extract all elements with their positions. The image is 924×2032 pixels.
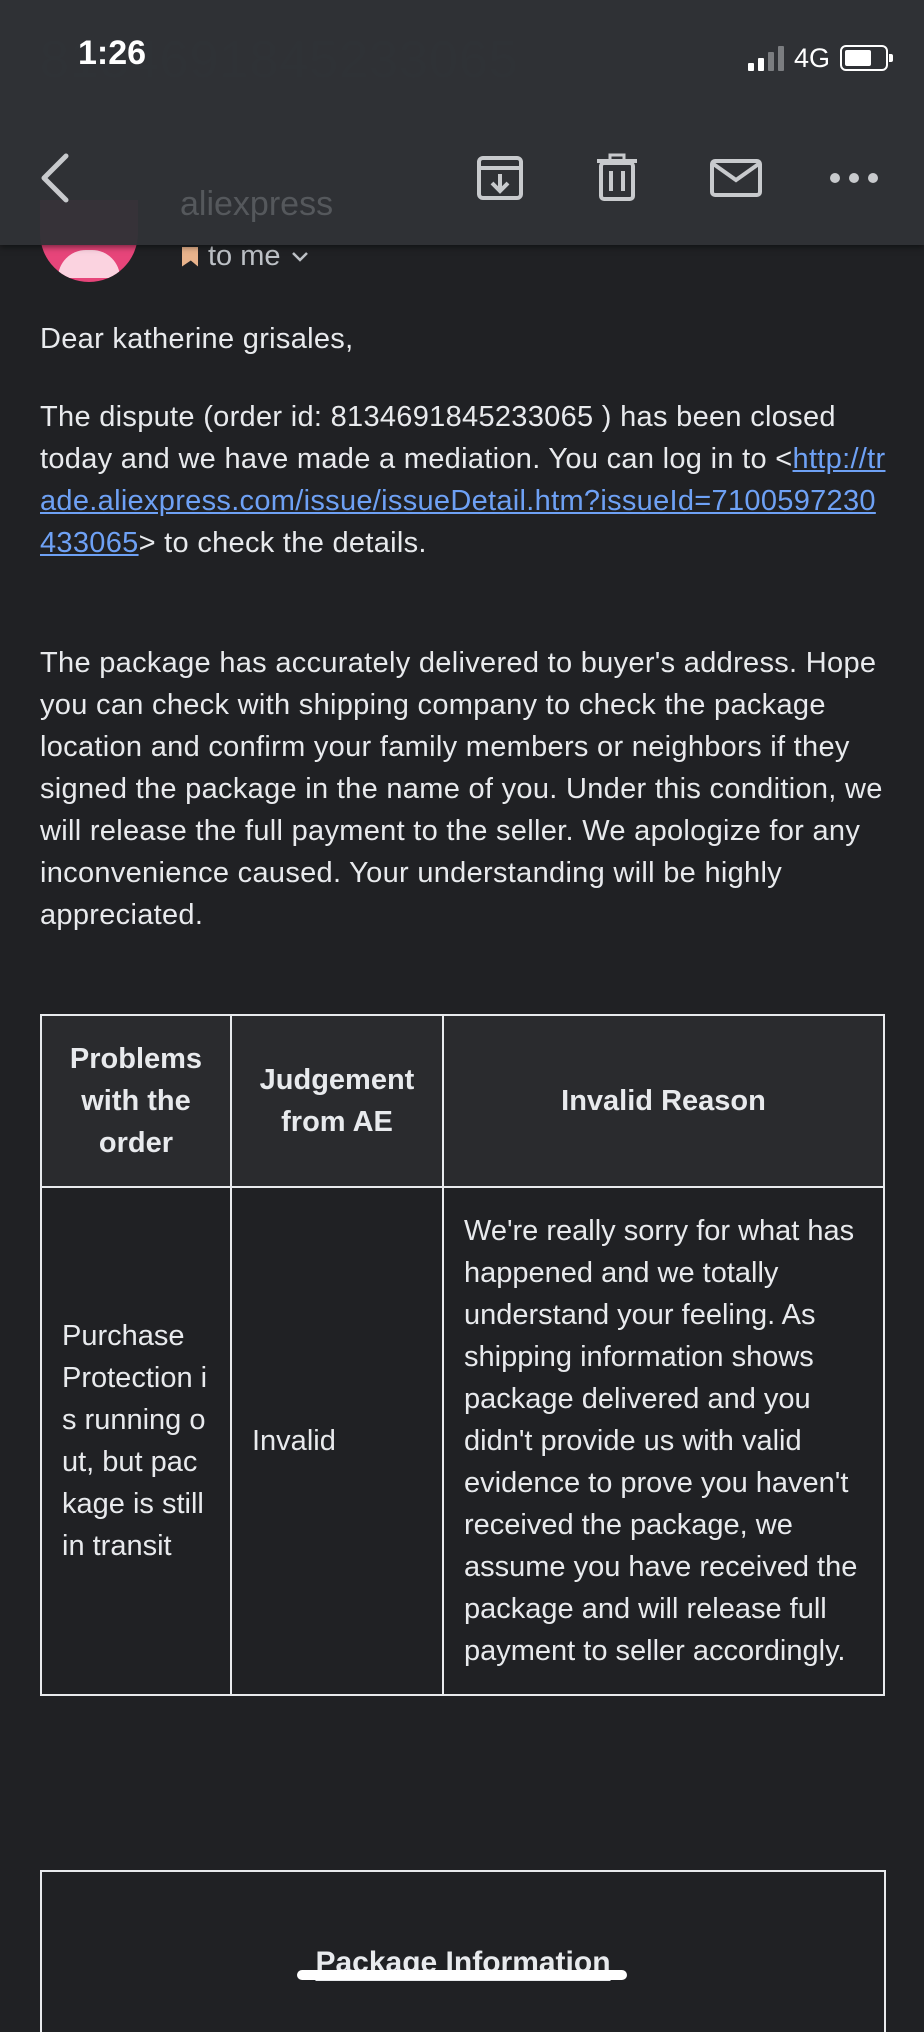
more-icon[interactable] [824, 148, 884, 208]
back-arrow-icon[interactable] [26, 148, 86, 208]
ghost-sender-name: aliexpress [180, 185, 334, 223]
signal-strength-icon [747, 45, 784, 71]
table-header-reason: Invalid Reason [442, 1014, 885, 1188]
problem-cell: Purchase Protection is running out, but … [40, 1186, 232, 1696]
table-header-row: Problems with the order Judgement from A… [40, 1014, 885, 1188]
chevron-down-icon[interactable] [291, 251, 309, 263]
battery-icon [840, 45, 893, 71]
top-app-bar: 1:26 4G aliexpress [0, 0, 924, 245]
archive-icon[interactable] [470, 148, 530, 208]
judgement-cell: Invalid [230, 1186, 444, 1696]
table-header-problems: Problems with the order [40, 1014, 232, 1188]
home-indicator[interactable] [297, 1970, 627, 1980]
package-paragraph: The package has accurately delivered to … [40, 647, 883, 931]
table-row: Purchase Protection is running out, but … [40, 1186, 885, 1696]
package-information-box: Package Information [40, 1870, 886, 2032]
status-time: 1:26 [78, 34, 147, 72]
dispute-text: The dispute (order id: 8134691845233065 … [40, 401, 836, 475]
mail-icon[interactable] [706, 148, 766, 208]
dispute-text-end: > to check the details. [138, 527, 427, 559]
reason-cell: We're really sorry for what has happened… [442, 1186, 885, 1696]
network-type: 4G [793, 42, 830, 73]
status-indicators: 4G [747, 40, 893, 76]
label-marker-icon [182, 246, 198, 267]
table-header-judgement: Judgement from AE [230, 1014, 444, 1188]
dispute-paragraph: The dispute (order id: 8134691845233065 … [40, 396, 890, 564]
dispute-table: Problems with the order Judgement from A… [40, 1014, 885, 1696]
trash-icon[interactable] [587, 148, 647, 208]
greeting: Dear katherine grisales, [40, 323, 354, 355]
